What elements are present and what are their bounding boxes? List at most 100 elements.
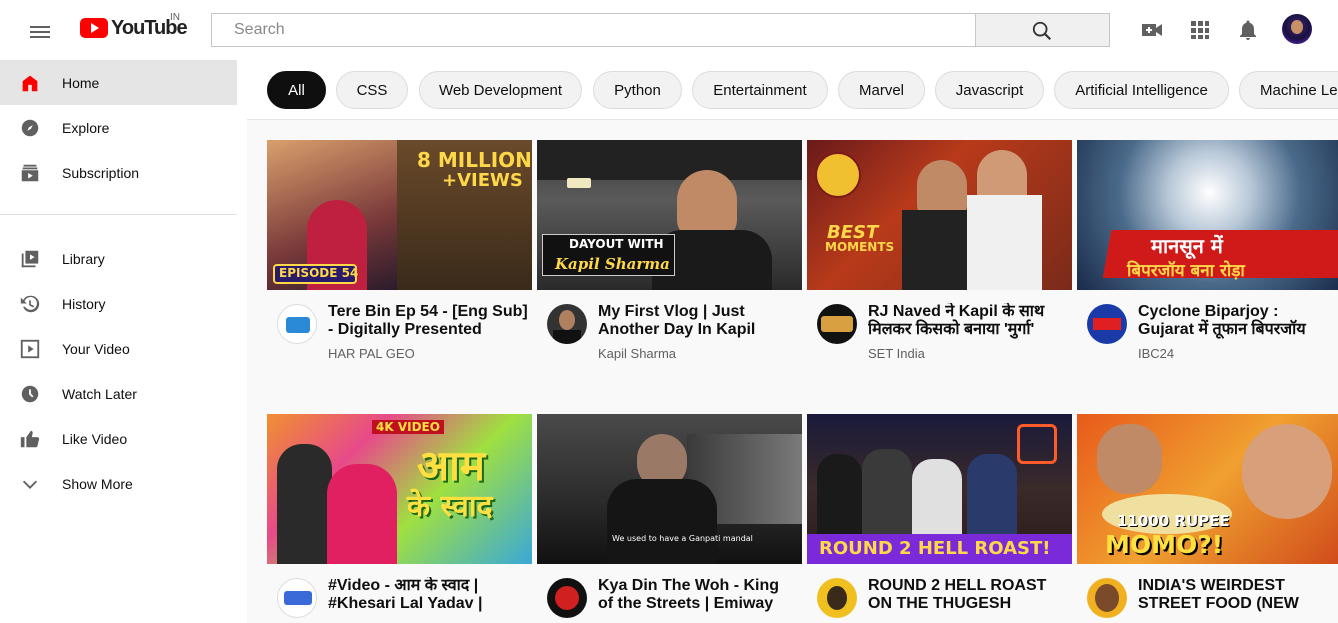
- thumb-text: 8 MILLION: [417, 148, 532, 172]
- compass-icon: [18, 116, 42, 140]
- sidebar-item-label: History: [62, 295, 106, 312]
- channel-avatar[interactable]: [817, 578, 857, 618]
- thumb-text: We used to have a Ganpati mandal: [612, 534, 753, 543]
- thumb-text: Kapil Sharma: [555, 255, 670, 273]
- main-content: All CSS Web Development Python Entertain…: [247, 60, 1338, 623]
- country-code: IN: [170, 12, 180, 23]
- channel-avatar[interactable]: [1087, 578, 1127, 618]
- video-card[interactable]: 11000 RUPEE MOMO?! INDIA'S WEIRDEST STRE…: [1077, 414, 1338, 623]
- user-avatar[interactable]: [1282, 14, 1312, 44]
- search-icon: [1032, 21, 1052, 41]
- video-title[interactable]: Cyclone Biparjoy : Gujarat में तूफान बिप…: [1138, 303, 1338, 339]
- sidebar-item-show-more[interactable]: Show More: [0, 461, 237, 506]
- video-card[interactable]: मानसून में बिपरजॉय बना रोड़ा Cyclone Bip…: [1077, 140, 1338, 390]
- library-icon: [18, 247, 42, 271]
- video-card[interactable]: 8 MILLION +VIEWS EPISODE 54 Tere Bin Ep …: [267, 140, 532, 390]
- video-thumbnail[interactable]: ROUND 2 HELL ROAST!: [807, 414, 1072, 564]
- channel-name[interactable]: Kapil Sharma: [598, 346, 676, 361]
- thumb-text: MOMENTS: [825, 240, 895, 254]
- youtube-play-icon: [80, 18, 108, 38]
- video-thumbnail[interactable]: 8 MILLION +VIEWS EPISODE 54: [267, 140, 532, 290]
- video-card[interactable]: BEST MOMENTS RJ Naved ने Kapil के साथ मि…: [807, 140, 1072, 390]
- video-title[interactable]: ROUND 2 HELL ROAST ON THE THUGESH: [868, 577, 1068, 613]
- thumb-text: बिपरजॉय बना रोड़ा: [1127, 261, 1245, 281]
- search-input[interactable]: [211, 13, 976, 47]
- sidebar-item-label: Library: [62, 250, 105, 267]
- hamburger-menu-icon[interactable]: [24, 18, 50, 42]
- chip-css[interactable]: CSS: [336, 71, 408, 109]
- thumb-text: मानसून में: [1151, 234, 1223, 258]
- chip-javascript[interactable]: Javascript: [935, 71, 1044, 109]
- video-card[interactable]: We used to have a Ganpati mandal Kya Din…: [537, 414, 802, 623]
- search-button[interactable]: [975, 13, 1110, 47]
- video-thumbnail[interactable]: मानसून में बिपरजॉय बना रोड़ा: [1077, 140, 1338, 290]
- chip-all[interactable]: All: [267, 71, 326, 109]
- video-title[interactable]: Tere Bin Ep 54 - [Eng Sub] - Digitally P…: [328, 303, 528, 339]
- sidebar-item-label: Watch Later: [62, 385, 137, 402]
- search-bar: [211, 13, 1111, 47]
- create-video-icon[interactable]: [1140, 18, 1164, 42]
- sidebar-item-home[interactable]: Home: [0, 60, 237, 105]
- channel-avatar[interactable]: [817, 304, 857, 344]
- sidebar-item-explore[interactable]: Explore: [0, 105, 237, 150]
- subscriptions-icon: [18, 161, 42, 185]
- thumb-text: DAYOUT WITH: [569, 237, 664, 251]
- thumb-text: ROUND 2 HELL ROAST!: [819, 538, 1051, 559]
- channel-avatar[interactable]: [277, 304, 317, 344]
- thumb-text: MOMO?!: [1105, 530, 1224, 559]
- thumb-text: +VIEWS: [442, 170, 523, 191]
- chip-web-development[interactable]: Web Development: [419, 71, 582, 109]
- video-thumbnail[interactable]: 11000 RUPEE MOMO?!: [1077, 414, 1338, 564]
- video-title[interactable]: #Video - आम के स्वाद | #Khesari Lal Yada…: [328, 577, 528, 613]
- category-chip-bar: All CSS Web Development Python Entertain…: [247, 60, 1338, 120]
- video-card[interactable]: 4K VIDEO आम के स्वाद #Video - आम के स्वा…: [267, 414, 532, 623]
- clock-icon: [18, 382, 42, 406]
- video-thumbnail[interactable]: 4K VIDEO आम के स्वाद: [267, 414, 532, 564]
- sidebar-divider: [0, 214, 237, 215]
- history-icon: [18, 292, 42, 316]
- sidebar-item-label: Subscription: [62, 164, 140, 181]
- chip-artificial-intelligence[interactable]: Artificial Intelligence: [1054, 71, 1229, 109]
- sidebar-item-label: Show More: [62, 475, 133, 492]
- thumb-text: 4K VIDEO: [372, 420, 444, 434]
- thumb-text: EPISODE 54: [279, 266, 359, 280]
- sidebar-item-library[interactable]: Library: [0, 236, 237, 281]
- video-title[interactable]: Kya Din The Woh - King of the Streets | …: [598, 577, 798, 613]
- video-card[interactable]: DAYOUT WITH Kapil Sharma My First Vlog |…: [537, 140, 802, 390]
- sidebar-item-label: Like Video: [62, 430, 128, 447]
- chip-entertainment[interactable]: Entertainment: [692, 71, 828, 109]
- video-thumbnail[interactable]: DAYOUT WITH Kapil Sharma: [537, 140, 802, 290]
- video-title[interactable]: RJ Naved ने Kapil के साथ मिलकर किसको बना…: [868, 303, 1068, 339]
- video-title[interactable]: INDIA'S WEIRDEST STREET FOOD (NEW: [1138, 577, 1338, 613]
- apps-grid-icon[interactable]: [1188, 18, 1212, 42]
- sidebar-item-subscription[interactable]: Subscription: [0, 150, 237, 195]
- chevron-down-icon: [18, 472, 42, 496]
- channel-name[interactable]: IBC24: [1138, 346, 1174, 361]
- video-thumbnail[interactable]: We used to have a Ganpati mandal: [537, 414, 802, 564]
- top-header: YouTube IN: [0, 0, 1338, 60]
- thumbs-up-icon: [18, 427, 42, 451]
- channel-avatar[interactable]: [547, 578, 587, 618]
- sidebar-item-label: Explore: [62, 119, 110, 136]
- thumb-text: 11000 RUPEE: [1117, 512, 1230, 530]
- notifications-bell-icon[interactable]: [1236, 18, 1260, 42]
- home-icon: [18, 71, 42, 95]
- chip-python[interactable]: Python: [593, 71, 682, 109]
- sidebar-item-label: Your Video: [62, 340, 130, 357]
- sidebar-item-your-video[interactable]: Your Video: [0, 326, 237, 371]
- chip-marvel[interactable]: Marvel: [838, 71, 925, 109]
- channel-avatar[interactable]: [547, 304, 587, 344]
- video-card[interactable]: ROUND 2 HELL ROAST! ROUND 2 HELL ROAST O…: [807, 414, 1072, 623]
- video-title[interactable]: My First Vlog | Just Another Day In Kapi…: [598, 303, 798, 339]
- chip-machine-learning[interactable]: Machine Le: [1239, 71, 1338, 109]
- sidebar-item-history[interactable]: History: [0, 281, 237, 326]
- sidebar-item-label: Home: [62, 74, 100, 91]
- channel-avatar[interactable]: [277, 578, 317, 618]
- channel-name[interactable]: HAR PAL GEO: [328, 346, 415, 361]
- video-thumbnail[interactable]: BEST MOMENTS: [807, 140, 1072, 290]
- your-videos-icon: [18, 337, 42, 361]
- sidebar-item-watch-later[interactable]: Watch Later: [0, 371, 237, 416]
- sidebar-item-like-video[interactable]: Like Video: [0, 416, 237, 461]
- channel-name[interactable]: SET India: [868, 346, 925, 361]
- channel-avatar[interactable]: [1087, 304, 1127, 344]
